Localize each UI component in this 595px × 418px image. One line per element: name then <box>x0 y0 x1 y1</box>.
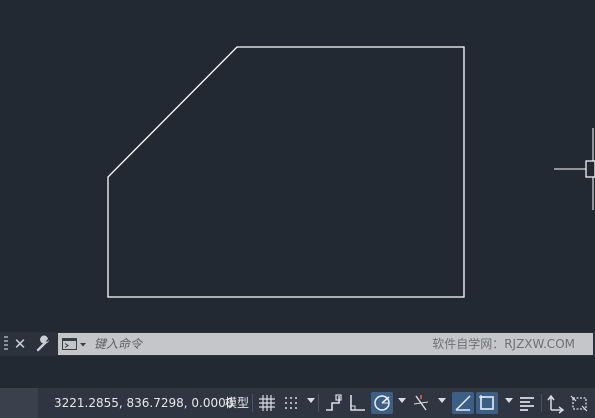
watermark-text: 软件自学网：RJZXW.COM <box>432 337 575 351</box>
isometric-drafting-button[interactable] <box>410 392 432 414</box>
quick-properties-button[interactable] <box>516 392 538 414</box>
object-snap-button[interactable] <box>476 392 498 414</box>
layout-tabs-area[interactable] <box>0 388 38 418</box>
polar-tracking-icon <box>374 395 390 411</box>
chamfered-polygon[interactable] <box>107 46 465 298</box>
polar-tracking-dropdown-icon[interactable] <box>398 398 406 403</box>
workspace-icon <box>570 395 588 412</box>
object-snap-icon <box>479 395 494 410</box>
grid-button[interactable] <box>256 392 278 414</box>
snap-mode-icon <box>285 397 297 409</box>
snap-mode-dropdown-icon[interactable] <box>307 398 315 403</box>
model-space-button[interactable]: 模型 <box>222 388 252 418</box>
drag-grip-icon[interactable] <box>4 336 8 352</box>
crosshair-cursor <box>554 128 595 210</box>
isometric-drafting-icon <box>413 395 429 411</box>
infer-constraints-button[interactable] <box>322 392 344 414</box>
status-separator <box>541 394 542 412</box>
polar-tracking-button[interactable] <box>371 392 393 414</box>
annotation-scale-button[interactable] <box>545 392 567 414</box>
command-input-box[interactable]: 软件自学网：RJZXW.COM <box>58 333 593 355</box>
close-icon[interactable]: ✕ <box>12 334 28 354</box>
annotation-scale-icon <box>547 394 565 414</box>
command-line-bar: ✕ 软件自学网：RJZXW.COM <box>0 332 595 356</box>
isometric-drafting-dropdown-icon[interactable] <box>438 398 446 403</box>
ortho-button[interactable] <box>346 392 368 414</box>
status-bar: 3221.2855, 836.7298, 0.0000 模型 <box>0 388 595 418</box>
status-separator <box>252 394 253 412</box>
command-prompt-icon[interactable] <box>62 337 88 351</box>
status-separator <box>318 394 319 412</box>
quick-properties-icon <box>520 397 534 411</box>
drawing-canvas[interactable] <box>0 0 595 332</box>
workspace-button[interactable] <box>568 392 590 414</box>
canvas-bottom-strip <box>0 356 595 388</box>
lineweight-icon <box>455 395 471 411</box>
snap-mode-button[interactable] <box>280 392 302 414</box>
object-snap-dropdown-icon[interactable] <box>505 398 513 403</box>
infer-constraints-icon <box>326 394 342 411</box>
ortho-icon <box>350 395 365 411</box>
lineweight-button[interactable] <box>452 392 474 414</box>
grid-icon <box>259 395 275 411</box>
coordinate-readout[interactable]: 3221.2855, 836.7298, 0.0000 <box>54 388 233 418</box>
command-input[interactable] <box>94 333 394 355</box>
wrench-icon[interactable] <box>35 335 53 353</box>
